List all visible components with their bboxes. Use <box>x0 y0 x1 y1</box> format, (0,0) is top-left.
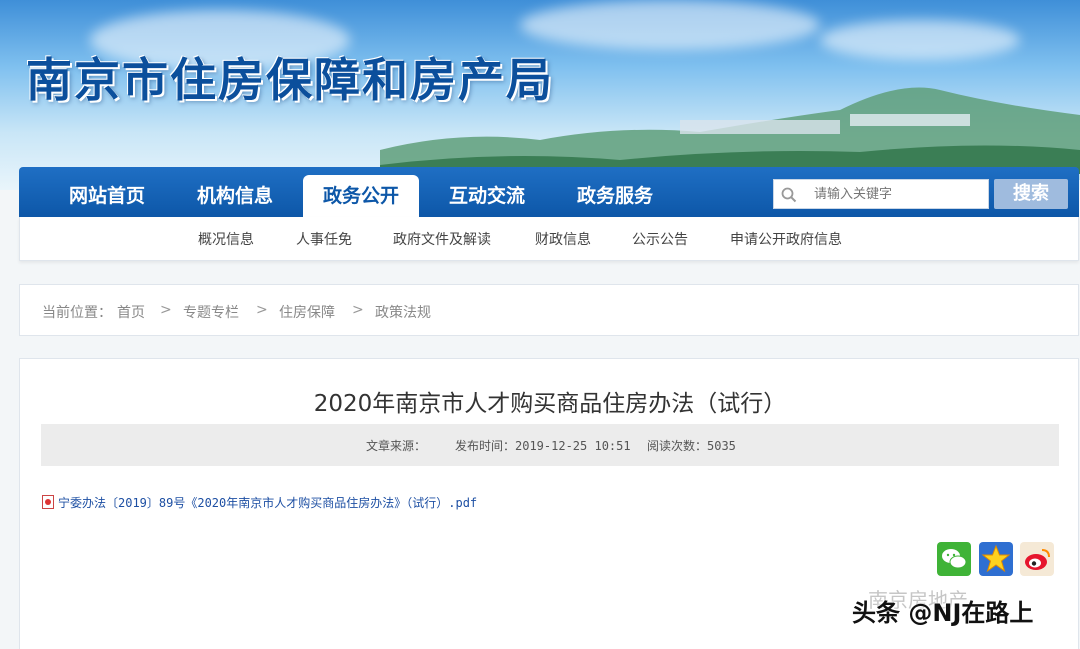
header-banner: 南京市住房保障和房产局 <box>0 0 1080 190</box>
sub-nav: 概况信息 人事任免 政府文件及解读 财政信息 公示公告 申请公开政府信息 <box>19 217 1079 261</box>
breadcrumb-separator: > <box>256 302 268 318</box>
nav-item-home[interactable]: 网站首页 <box>49 175 165 217</box>
article-read-count: 阅读次数：5035 <box>647 439 736 453</box>
nav-item-organization[interactable]: 机构信息 <box>177 175 293 217</box>
favorite-share-button[interactable] <box>979 542 1013 576</box>
breadcrumb-prefix: 当前位置： <box>42 305 112 321</box>
main-nav: 网站首页 机构信息 政务公开 互动交流 政务服务 搜索 <box>19 167 1079 217</box>
cloud-decoration <box>520 0 820 50</box>
subnav-item-request-disclosure[interactable]: 申请公开政府信息 <box>730 229 842 249</box>
search-box <box>773 179 989 209</box>
weibo-share-button[interactable] <box>1020 542 1054 576</box>
article-source: 文章来源： <box>366 439 427 453</box>
subnav-item-personnel[interactable]: 人事任免 <box>296 229 352 249</box>
cloud-decoration <box>820 20 1020 60</box>
breadcrumb-item-policies[interactable]: 政策法规 <box>375 302 431 322</box>
favorite-star-icon <box>981 544 1011 573</box>
weibo-icon <box>1025 549 1050 570</box>
breadcrumb-item-housing-security[interactable]: 住房保障 <box>279 302 335 322</box>
subnav-item-finance[interactable]: 财政信息 <box>535 229 591 249</box>
breadcrumb-separator: > <box>160 302 172 318</box>
nav-item-government-affairs[interactable]: 政务公开 <box>303 175 419 217</box>
article-meta-bar: 文章来源： 发布时间：2019-12-25 10:51 阅读次数：5035 <box>41 424 1059 466</box>
attachment-link-text: 宁委办法〔2019〕89号《2020年南京市人才购买商品住房办法》（试行）.pd… <box>58 496 478 510</box>
breadcrumb: 当前位置： 首页 > 专题专栏 > 住房保障 > 政策法规 <box>19 284 1079 336</box>
pdf-icon <box>42 495 54 509</box>
subnav-item-overview[interactable]: 概况信息 <box>198 229 254 249</box>
site-title: 南京市住房保障和房产局 <box>26 53 554 107</box>
nav-item-interaction[interactable]: 互动交流 <box>429 175 545 217</box>
search-button[interactable]: 搜索 <box>994 179 1068 209</box>
subnav-item-announcements[interactable]: 公示公告 <box>632 229 688 249</box>
nav-item-services[interactable]: 政务服务 <box>557 175 673 217</box>
search-input[interactable] <box>814 183 984 205</box>
subnav-item-documents[interactable]: 政府文件及解读 <box>393 229 491 249</box>
search-icon <box>781 187 797 203</box>
breadcrumb-item-special-topics[interactable]: 专题专栏 <box>183 302 239 322</box>
watermark: 头条 @NJ在路上 <box>852 599 1034 627</box>
wechat-icon <box>942 549 967 569</box>
article-title: 2020年南京市人才购买商品住房办法（试行） <box>313 391 787 417</box>
breadcrumb-separator: > <box>352 302 364 318</box>
attachment-link[interactable]: 宁委办法〔2019〕89号《2020年南京市人才购买商品住房办法》（试行）.pd… <box>42 494 477 512</box>
breadcrumb-item-home[interactable]: 首页 <box>117 302 145 322</box>
article-publish-time: 发布时间：2019-12-25 10:51 <box>455 439 631 453</box>
wechat-share-button[interactable] <box>937 542 971 576</box>
